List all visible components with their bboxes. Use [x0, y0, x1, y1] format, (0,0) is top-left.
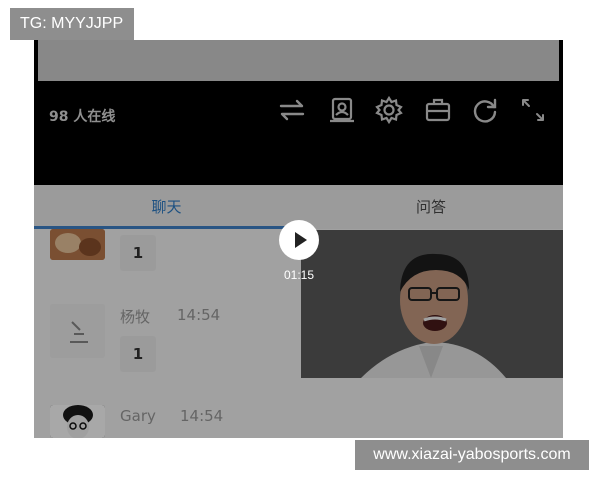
video-duration: 01:15 — [283, 268, 315, 282]
play-icon — [295, 232, 307, 248]
watermark-bottom-right: www.xiazai-yabosports.com — [355, 440, 589, 470]
play-button[interactable] — [279, 220, 319, 260]
video-frame[interactable]: 98 人在线 聊天 问答 1 杨牧 14:54 1 Gary 14:54 01:… — [34, 40, 563, 438]
page: TG: MYYJJPP 98 人在线 聊天 问答 1 杨牧 14:54 1 Ga… — [0, 0, 600, 480]
watermark-top-left: TG: MYYJJPP — [10, 8, 134, 40]
